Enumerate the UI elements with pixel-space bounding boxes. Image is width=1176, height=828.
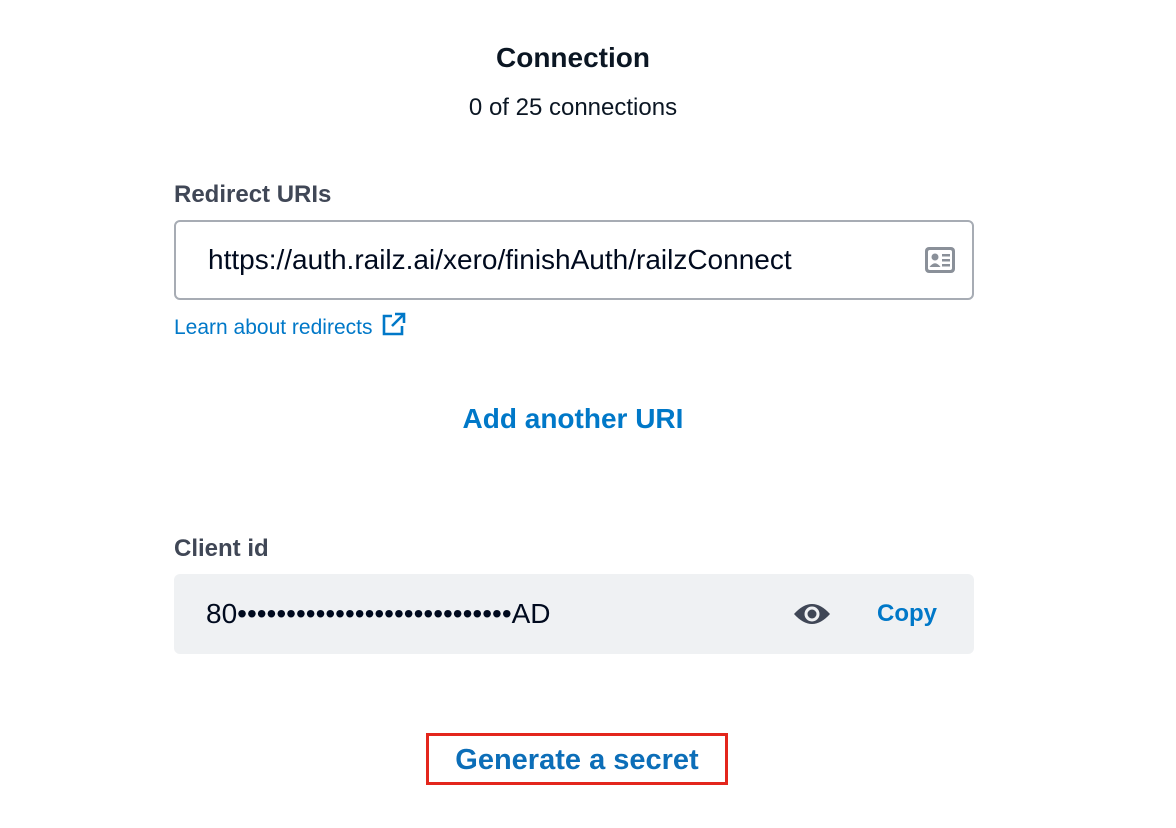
client-id-label: Client id [174, 535, 269, 562]
copy-button[interactable]: Copy [877, 600, 937, 628]
connection-count: 0 of 25 connections [468, 94, 678, 121]
add-another-uri-button[interactable]: Add another URI [0, 403, 1146, 435]
redirect-uri-input[interactable]: https://auth.railz.ai/xero/finishAuth/ra… [174, 220, 974, 300]
client-id-value: 80••••••••••••••••••••••••••••AD [206, 598, 551, 629]
generate-secret-button[interactable]: Generate a secret [429, 744, 725, 777]
section-title: Connection [496, 42, 650, 73]
redirect-uri-value[interactable]: https://auth.railz.ai/xero/finishAuth/ra… [208, 244, 792, 276]
external-link-icon [383, 312, 406, 336]
redirect-uris-label: Redirect URIs [174, 181, 332, 208]
client-id-field: 80••••••••••••••••••••••••••••AD Copy [174, 574, 974, 654]
eye-icon[interactable] [792, 600, 832, 628]
learn-redirects-label: Learn about redirects [174, 316, 373, 339]
generate-secret-highlight: Generate a secret [426, 733, 728, 785]
learn-redirects-link[interactable]: Learn about redirects [174, 312, 406, 340]
contact-card-icon[interactable] [924, 246, 956, 274]
